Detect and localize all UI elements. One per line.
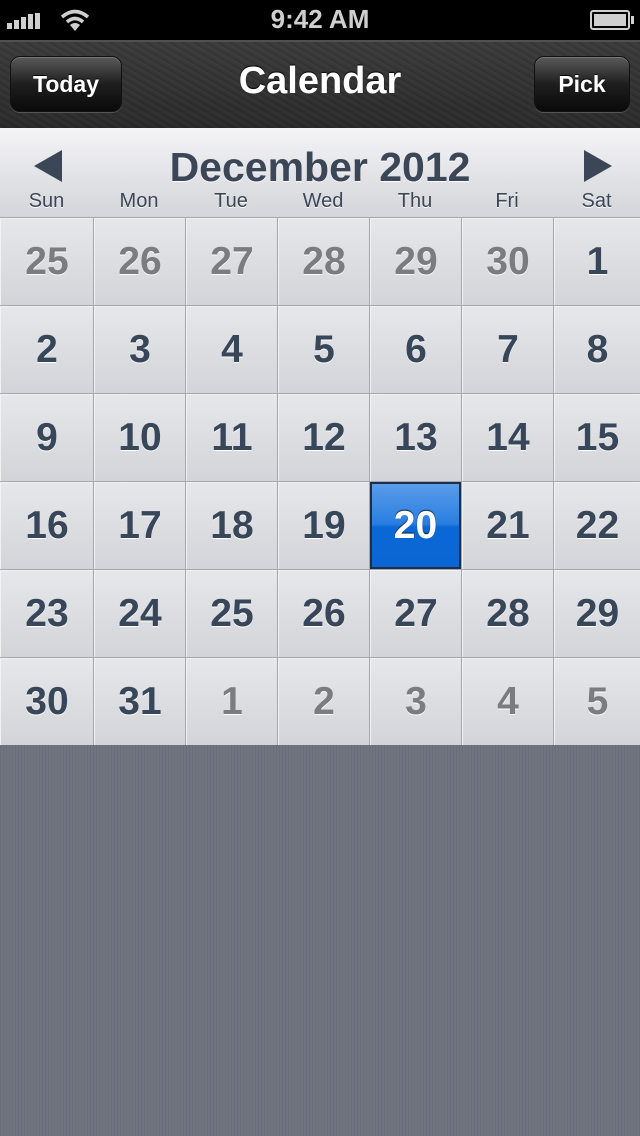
weekday-label: Fri (495, 190, 519, 212)
day-cell[interactable]: 26 (278, 570, 369, 657)
day-cell[interactable]: 3 (370, 658, 461, 745)
day-cell[interactable]: 23 (0, 570, 93, 657)
day-cell[interactable]: 25 (0, 218, 93, 305)
day-cell[interactable]: 5 (554, 658, 640, 745)
day-cell[interactable]: 27 (186, 218, 277, 305)
day-cell[interactable]: 6 (370, 306, 461, 393)
day-cell[interactable]: 2 (0, 306, 93, 393)
day-cell[interactable]: 7 (462, 306, 553, 393)
navigation-bar: Today Calendar Pick (0, 40, 640, 128)
weekday-label: Sat (581, 190, 612, 212)
day-cell[interactable]: 18 (186, 482, 277, 569)
weekday-label: Tue (214, 190, 248, 212)
day-cell[interactable]: 14 (462, 394, 553, 481)
status-bar: 9:42 AM (0, 0, 640, 40)
background-area (0, 745, 640, 1136)
month-label: December 2012 (169, 144, 471, 190)
weekday-label: Thu (397, 190, 433, 212)
triangle-right-icon[interactable] (584, 150, 612, 182)
day-cell[interactable]: 25 (186, 570, 277, 657)
day-cell[interactable]: 16 (0, 482, 93, 569)
day-cell[interactable]: 10 (94, 394, 185, 481)
pick-button[interactable]: Pick (534, 56, 630, 112)
day-cell[interactable]: 15 (554, 394, 640, 481)
weekday-label: Sun (28, 190, 65, 212)
weekday-header: Sun Mon Tue Wed Thu Fri Sat (0, 190, 640, 213)
day-cell[interactable]: 11 (186, 394, 277, 481)
day-cell[interactable]: 24 (94, 570, 185, 657)
day-cell[interactable]: 12 (278, 394, 369, 481)
day-cell[interactable]: 29 (554, 570, 640, 657)
weekday-label: Wed (302, 190, 344, 212)
day-cell[interactable]: 13 (370, 394, 461, 481)
battery-icon (590, 10, 634, 30)
day-cell[interactable]: 21 (462, 482, 553, 569)
day-cell[interactable]: 3 (94, 306, 185, 393)
day-cell[interactable]: 27 (370, 570, 461, 657)
day-cell[interactable]: 31 (94, 658, 185, 745)
day-cell[interactable]: 9 (0, 394, 93, 481)
day-cell[interactable]: 28 (462, 570, 553, 657)
day-cell[interactable]: 30 (462, 218, 553, 305)
day-cell[interactable]: 2 (278, 658, 369, 745)
day-cell[interactable]: 8 (554, 306, 640, 393)
weekday-label: Mon (119, 190, 159, 212)
day-cell[interactable]: 22 (554, 482, 640, 569)
day-cell[interactable]: 19 (278, 482, 369, 569)
day-cell[interactable]: 5 (278, 306, 369, 393)
calendar-header: December 2012 Sun Mon Tue Wed Thu Fri Sat (0, 128, 640, 217)
day-cell[interactable]: 4 (186, 306, 277, 393)
day-cell[interactable]: 30 (0, 658, 93, 745)
day-cell[interactable]: 26 (94, 218, 185, 305)
day-cell[interactable]: 29 (370, 218, 461, 305)
status-time: 9:42 AM (270, 4, 370, 34)
day-cell[interactable]: 4 (462, 658, 553, 745)
day-cell-selected[interactable]: 20 (370, 482, 461, 569)
calendar-view: December 2012 Sun Mon Tue Wed Thu Fri Sat 25 26… (0, 128, 640, 745)
day-grid: 25 26 27 28 29 30 1 2 3 4 5 6 7 8 9 10 11 12 13 14 15 16 17 18 1… (0, 217, 640, 745)
day-cell[interactable]: 1 (554, 218, 640, 305)
day-cell[interactable]: 1 (186, 658, 277, 745)
day-cell[interactable]: 28 (278, 218, 369, 305)
day-cell[interactable]: 17 (94, 482, 185, 569)
